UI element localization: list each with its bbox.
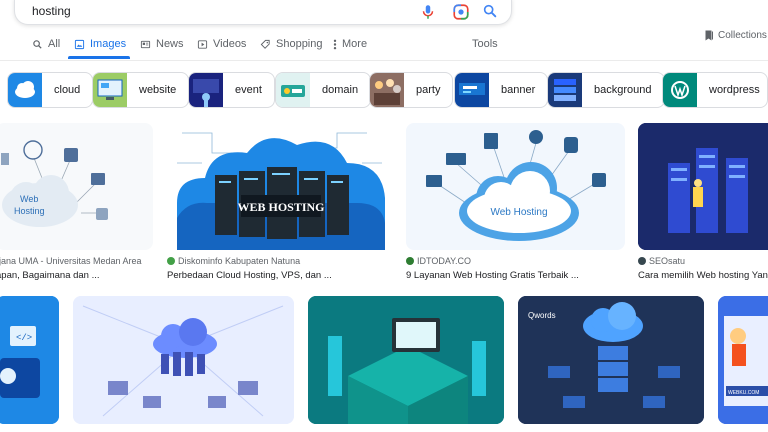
chip-banner[interactable]: banner <box>454 72 549 108</box>
image-text: Hosting <box>14 206 45 216</box>
chip-event[interactable]: event <box>188 72 275 108</box>
result-image-6[interactable] <box>73 296 294 424</box>
chip-domain[interactable]: domain <box>275 72 372 108</box>
result-image-2[interactable]: WEB HOSTING <box>167 123 395 250</box>
collections-button[interactable]: Collections <box>704 30 767 41</box>
favicon <box>167 257 175 265</box>
result-image-3[interactable]: Web Hosting <box>406 123 625 250</box>
favicon <box>406 257 414 265</box>
tab-images[interactable]: Images <box>74 38 126 50</box>
result-title[interactable]: Perbedaan Cloud Hosting, VPS, dan ... <box>167 270 332 281</box>
chip-thumbnail <box>189 73 223 107</box>
result-image-4[interactable] <box>638 123 768 250</box>
image-text: Qwords <box>528 311 556 320</box>
mic-icon[interactable] <box>419 3 437 21</box>
result-title[interactable]: apan, Bagaimana dan ... <box>0 270 100 281</box>
chip-wordpress[interactable]: wordpress <box>662 72 768 108</box>
favicon <box>638 257 646 265</box>
image-icon <box>74 39 85 49</box>
result-source[interactable]: IDTODAY.CO <box>406 256 471 266</box>
tag-icon <box>260 39 270 49</box>
chip-thumbnail <box>370 73 404 107</box>
result-source[interactable]: SEOsatu <box>638 256 685 266</box>
result-image-8[interactable]: Qwords <box>518 296 704 424</box>
tab-more[interactable]: More <box>333 38 367 50</box>
tab-shopping[interactable]: Shopping <box>260 38 323 50</box>
chip-background[interactable]: background <box>547 72 665 108</box>
result-image-9[interactable]: WEBKU.COM <box>718 296 768 424</box>
tools-button[interactable]: Tools <box>472 38 498 50</box>
tab-videos[interactable]: Videos <box>197 38 246 50</box>
search-icon <box>33 39 42 49</box>
result-title[interactable]: Cara memilih Web hosting Yang t <box>638 270 768 281</box>
more-vert-icon <box>333 39 337 49</box>
tab-news[interactable]: News <box>140 38 184 50</box>
search-box[interactable] <box>14 0 512 25</box>
image-text: WEBKU.COM <box>728 390 759 396</box>
chip-website[interactable]: website <box>92 72 190 108</box>
image-text: Web <box>20 194 38 204</box>
chip-thumbnail <box>548 73 582 107</box>
search-icon[interactable] <box>482 3 498 19</box>
image-text: WEB HOSTING <box>237 200 324 214</box>
chip-thumbnail <box>276 73 310 107</box>
bookmark-icon <box>705 30 713 41</box>
image-text: Web Hosting <box>490 207 547 218</box>
result-image-5[interactable]: </> <box>0 296 59 424</box>
active-tab-indicator <box>68 56 130 59</box>
result-source[interactable]: Diskominfo Kabupaten Natuna <box>167 256 300 266</box>
news-icon <box>140 40 151 48</box>
chip-thumbnail <box>663 73 697 107</box>
search-input[interactable]: hosting <box>32 4 71 18</box>
chip-thumbnail <box>8 73 42 107</box>
result-image-7[interactable] <box>308 296 504 424</box>
result-source[interactable]: rjana UMA - Universitas Medan Area <box>0 256 142 266</box>
image-text: </> <box>16 333 32 343</box>
tab-all[interactable]: All <box>32 38 60 50</box>
chip-thumbnail <box>455 73 489 107</box>
camera-lens-icon[interactable] <box>452 3 470 21</box>
result-title[interactable]: 9 Layanan Web Hosting Gratis Terbaik ... <box>406 270 579 281</box>
chip-cloud[interactable]: cloud <box>7 72 94 108</box>
chip-party[interactable]: party <box>369 72 454 108</box>
result-image-1[interactable]: Web Hosting <box>0 123 153 250</box>
video-icon <box>197 39 208 49</box>
chip-thumbnail <box>93 73 127 107</box>
